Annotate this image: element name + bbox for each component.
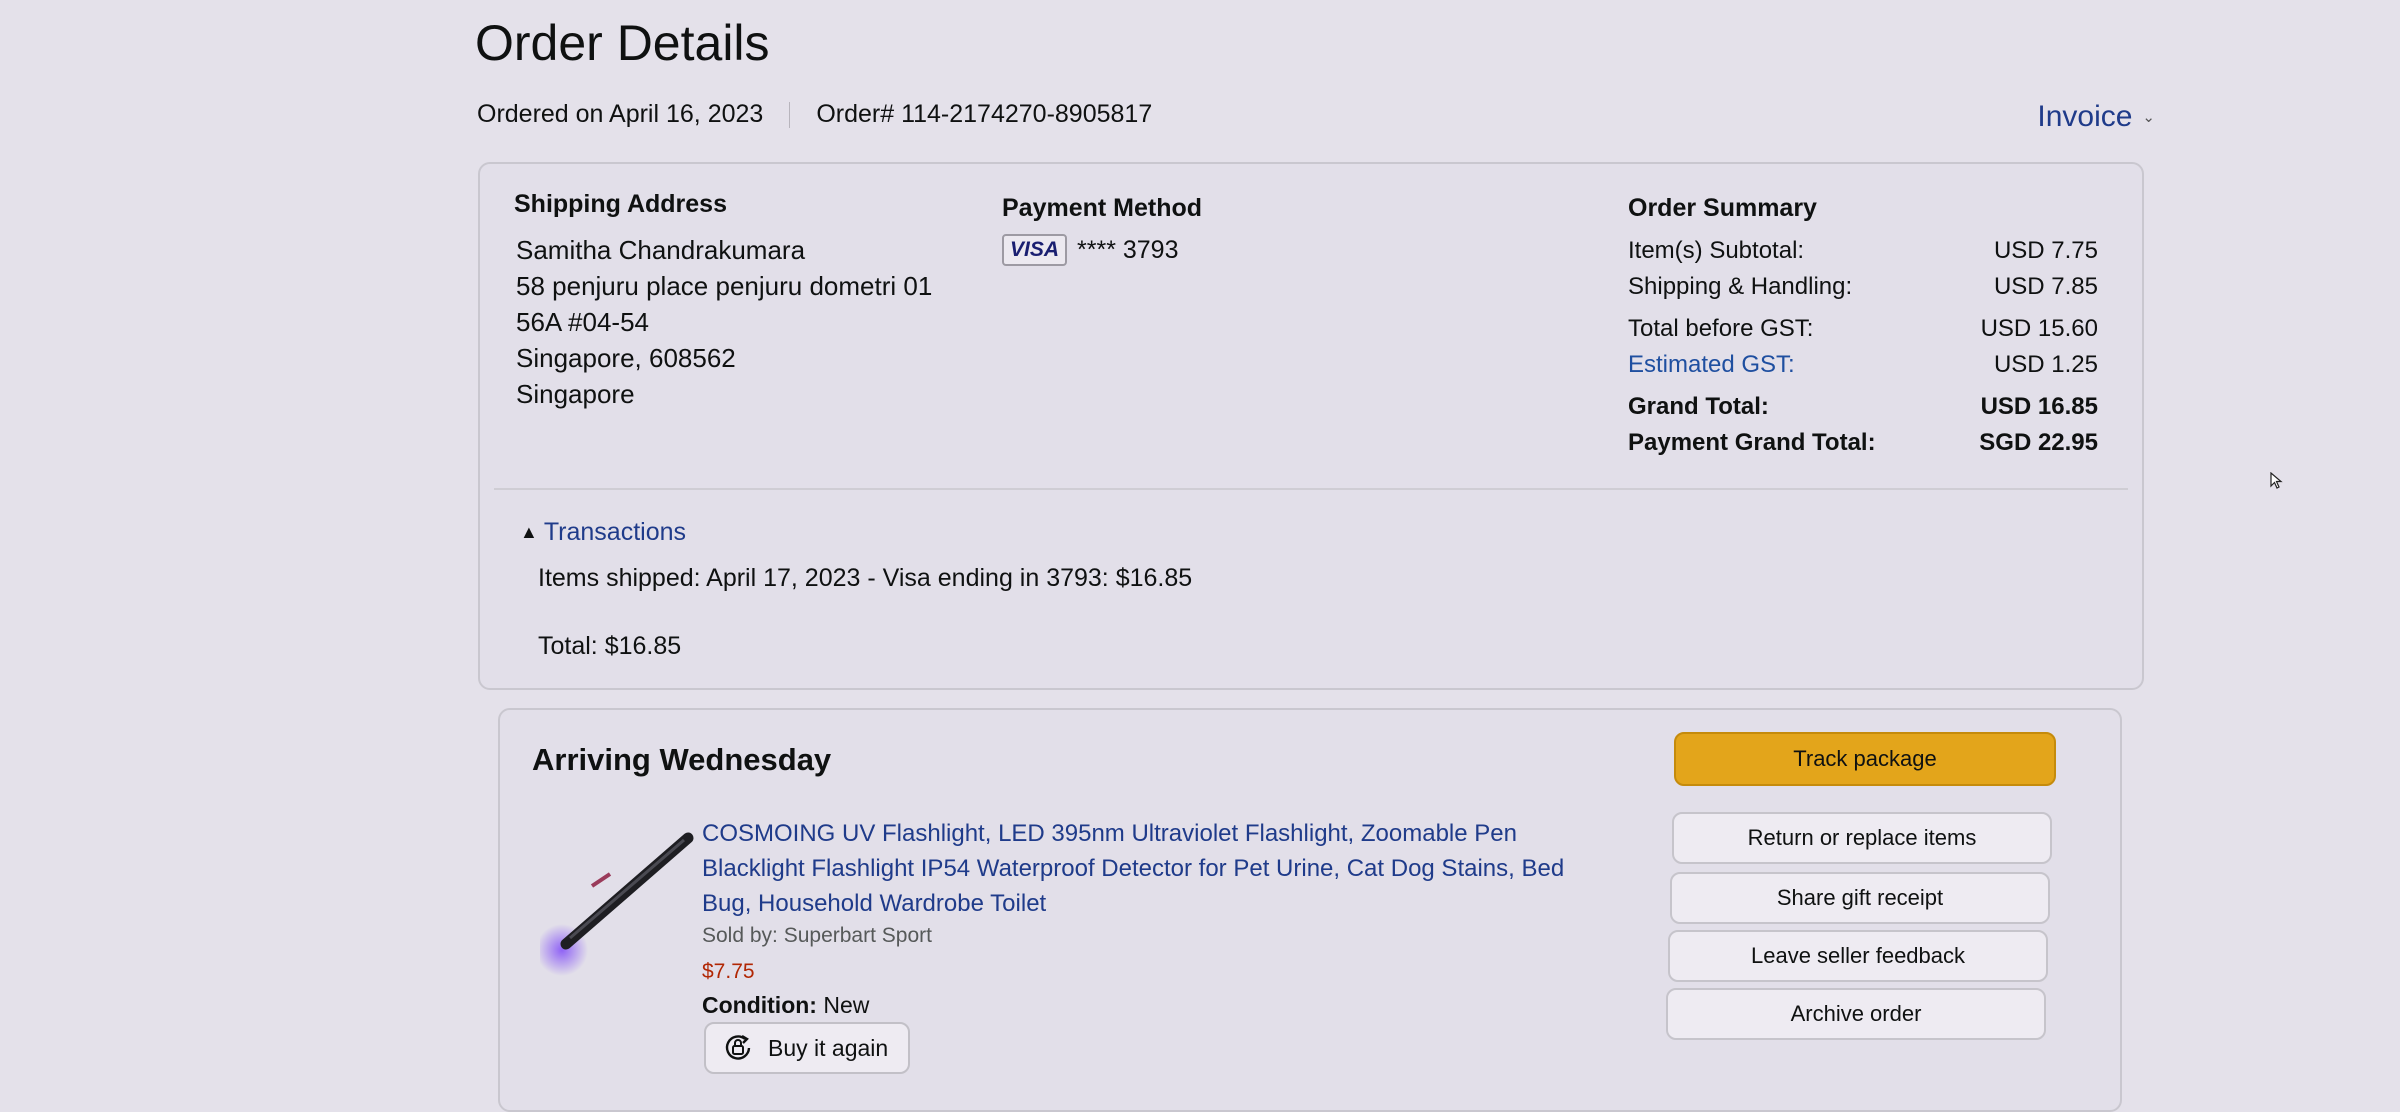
summary-row: Item(s) Subtotal: USD 7.75 — [1628, 233, 2098, 269]
payment-card: VISA **** 3793 — [1002, 234, 1179, 266]
mouse-cursor-icon — [2270, 472, 2283, 489]
order-summary: Order Summary Item(s) Subtotal: USD 7.75… — [1628, 194, 2098, 461]
leave-seller-feedback-button[interactable]: Leave seller feedback — [1668, 930, 2048, 982]
transactions-toggle[interactable]: ▲ Transactions — [520, 518, 686, 547]
summary-value: USD 7.85 — [1993, 273, 2098, 300]
summary-row: Grand Total: USD 16.85 — [1628, 389, 2098, 425]
share-gift-receipt-label: Share gift receipt — [1776, 885, 1944, 910]
chevron-up-icon: ▲ — [520, 522, 538, 542]
product-title-link[interactable]: COSMOING UV Flashlight, LED 395nm Ultrav… — [702, 816, 1602, 921]
page-title: Order Details — [475, 15, 770, 71]
shipping-address: Samitha Chandrakumara 58 penjuru place p… — [516, 232, 932, 412]
card-number: **** 3793 — [1077, 235, 1179, 264]
summary-value: USD 15.60 — [1980, 315, 2098, 342]
summary-value: USD 1.25 — [1993, 351, 2098, 378]
product-image[interactable] — [540, 820, 700, 980]
return-replace-button[interactable]: Return or replace items — [1672, 812, 2052, 864]
shipping-address-heading: Shipping Address — [514, 190, 727, 218]
transactions-label: Transactions — [543, 518, 687, 546]
summary-label: Item(s) Subtotal: — [1628, 237, 1805, 264]
share-gift-receipt-button[interactable]: Share gift receipt — [1670, 872, 2050, 924]
shipment-card: Arriving Wednesday COSMOING UV Flashligh… — [498, 708, 2122, 1112]
ordered-on-date: Ordered on April 16, 2023 — [477, 100, 764, 128]
summary-label: Shipping & Handling: — [1628, 273, 1853, 300]
order-number: Order# 114-2174270-8905817 — [816, 100, 1153, 128]
condition-label: Condition: — [702, 992, 817, 1018]
summary-row: Payment Grand Total: SGD 22.95 — [1628, 425, 2098, 461]
summary-value: USD 7.75 — [1993, 237, 2098, 264]
summary-value: USD 16.85 — [1980, 393, 2098, 420]
summary-row: Estimated GST: USD 1.25 — [1628, 347, 2098, 383]
order-details-page: Order Details Ordered on April 16, 2023 … — [473, 0, 2155, 1112]
item-condition: Condition: New — [702, 992, 869, 1019]
item-price: $7.75 — [702, 960, 755, 983]
order-info-card: Shipping Address Samitha Chandrakumara 5… — [478, 162, 2144, 690]
condition-value: New — [823, 992, 870, 1018]
archive-order-label: Archive order — [1790, 1001, 1922, 1026]
address-line: Singapore — [516, 379, 635, 409]
estimated-gst-link[interactable]: Estimated GST: — [1628, 347, 1795, 383]
chevron-down-icon: ⌄ — [2142, 109, 2155, 126]
summary-value: SGD 22.95 — [1979, 429, 2098, 456]
payment-method-heading: Payment Method — [1002, 194, 1203, 222]
summary-row: Total before GST: USD 15.60 — [1628, 311, 2098, 347]
address-line: 56A #04-54 — [516, 307, 650, 337]
return-replace-label: Return or replace items — [1747, 825, 1977, 850]
address-line: 58 penjuru place penjuru dometri 01 — [516, 271, 933, 301]
buy-again-label: Buy it again — [768, 1034, 889, 1061]
section-divider — [494, 488, 2128, 490]
delivery-status: Arriving Wednesday — [532, 742, 832, 777]
address-line: Samitha Chandrakumara — [516, 235, 806, 265]
sold-by: Sold by: Superbart Sport — [702, 924, 932, 947]
address-line: Singapore, 608562 — [516, 343, 736, 373]
order-meta: Ordered on April 16, 2023 Order# 114-217… — [477, 100, 1152, 129]
track-package-button[interactable]: Track package — [1674, 732, 2056, 786]
summary-label: Total before GST: — [1628, 315, 1814, 342]
transaction-line: Items shipped: April 17, 2023 - Visa end… — [538, 564, 1193, 592]
order-summary-heading: Order Summary — [1628, 194, 1817, 222]
summary-label: Payment Grand Total: — [1628, 429, 1876, 456]
buy-again-button[interactable]: Buy it again — [704, 1022, 911, 1074]
summary-row: Shipping & Handling: USD 7.85 — [1628, 269, 2098, 305]
meta-divider — [789, 101, 791, 128]
buy-again-icon — [725, 1034, 751, 1060]
invoice-dropdown[interactable]: Invoice ⌄ — [2037, 100, 2155, 134]
archive-order-button[interactable]: Archive order — [1666, 988, 2046, 1040]
summary-label: Grand Total: — [1628, 393, 1769, 420]
track-package-label: Track package — [1793, 746, 1937, 771]
leave-seller-feedback-label: Leave seller feedback — [1750, 943, 1966, 968]
visa-logo-icon: VISA — [1002, 234, 1068, 266]
invoice-label: Invoice — [2037, 100, 2133, 133]
transaction-total: Total: $16.85 — [538, 632, 682, 660]
